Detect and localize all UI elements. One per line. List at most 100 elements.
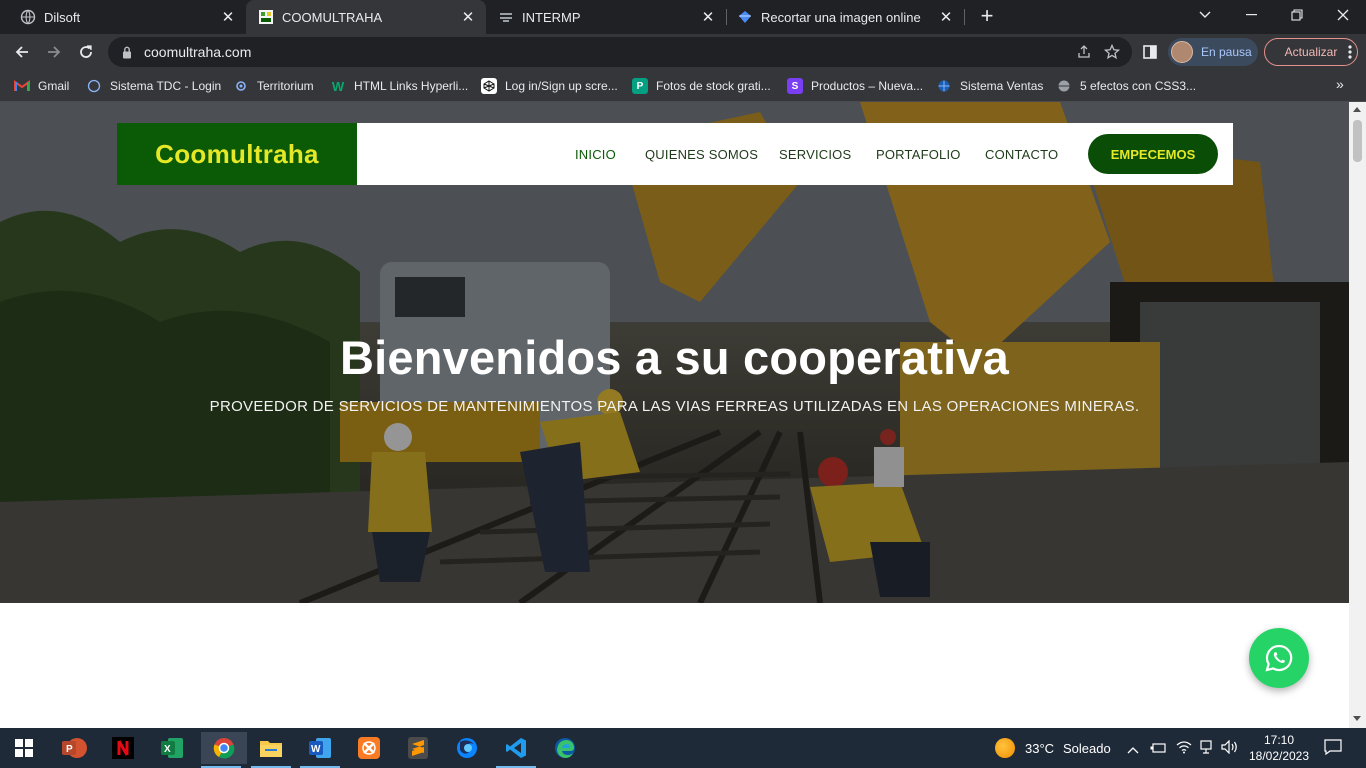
word-icon[interactable]: W: [300, 732, 340, 768]
tab-title: Dilsoft: [44, 9, 81, 25]
chrome-icon[interactable]: [201, 732, 247, 768]
restore-button[interactable]: [1274, 0, 1320, 30]
empecemos-button[interactable]: EMPECEMOS: [1088, 134, 1218, 174]
site-navbar: Coomultraha INICIO QUIENES SOMOS SERVICI…: [117, 123, 1233, 185]
tab-search-button[interactable]: [1182, 0, 1228, 30]
wifi-icon[interactable]: [1176, 740, 1192, 759]
nav-contacto[interactable]: CONTACTO: [985, 123, 1058, 185]
globe-icon: [20, 9, 36, 25]
network-icon[interactable]: [1199, 740, 1213, 759]
firefox-dev-icon[interactable]: [447, 732, 487, 764]
bookmark-fotos-stock[interactable]: P Fotos de stock grati...: [632, 76, 771, 96]
territorium-icon: [233, 78, 249, 94]
site-logo[interactable]: Coomultraha: [117, 123, 357, 185]
url-text: coomultraha.com: [144, 44, 252, 60]
powerpoint-icon[interactable]: P: [54, 732, 94, 764]
file-explorer-icon[interactable]: [251, 732, 291, 768]
bookmark-html-links[interactable]: W HTML Links Hyperli...: [330, 76, 468, 96]
tab-title: INTERMP: [522, 9, 581, 25]
notifications-icon[interactable]: [1324, 739, 1342, 760]
scroll-up-icon[interactable]: [1353, 107, 1361, 112]
close-tab-icon[interactable]: ✕: [936, 7, 956, 27]
tab-recortar[interactable]: Recortar una imagen online ✕: [727, 0, 964, 34]
bookmark-sistema-tdc[interactable]: Sistema TDC - Login: [86, 76, 221, 96]
hero-subtitle: PROVEEDOR DE SERVICIOS DE MANTENIMIENTOS…: [209, 398, 1140, 415]
pexels-icon: P: [632, 78, 648, 94]
profile-status: En pausa: [1201, 45, 1252, 59]
bookmarks-bar: Gmail Sistema TDC - Login Territorium W …: [0, 70, 1366, 102]
update-label: Actualizar: [1284, 45, 1338, 59]
lock-icon[interactable]: [120, 45, 134, 59]
tab-coomultraha[interactable]: COOMULTRAHA ✕: [246, 0, 486, 34]
nav-servicios[interactable]: SERVICIOS: [779, 123, 851, 185]
weather-temperature: 33°C: [1025, 741, 1055, 756]
globe-icon: [1056, 78, 1072, 94]
hero-title: Bienvenidos a su cooperativa: [339, 331, 1010, 384]
nav-inicio[interactable]: INICIO: [575, 123, 616, 185]
forward-button[interactable]: [40, 38, 68, 66]
tab-dilsoft[interactable]: Dilsoft ✕: [0, 0, 246, 34]
bookmark-gmail[interactable]: Gmail: [14, 76, 69, 96]
tab-intermp[interactable]: INTERMP ✕: [486, 0, 726, 34]
clock-time: 17:10: [1263, 733, 1295, 747]
weather-icon[interactable]: [995, 738, 1015, 758]
more-bookmarks-icon[interactable]: »: [1336, 76, 1344, 92]
whatsapp-icon: [1265, 644, 1293, 672]
reload-button[interactable]: [72, 38, 100, 66]
close-tab-icon[interactable]: ✕: [458, 7, 478, 27]
hero-section: Coomultraha INICIO QUIENES SOMOS SERVICI…: [0, 102, 1349, 603]
profile-button[interactable]: En pausa: [1168, 38, 1258, 66]
edge-icon[interactable]: [545, 732, 585, 764]
bookmark-login-signup[interactable]: Log in/Sign up scre...: [481, 76, 618, 96]
bookmark-label: Fotos de stock grati...: [656, 79, 771, 93]
bookmark-territorium[interactable]: Territorium: [233, 76, 314, 96]
intermp-favicon-icon: [498, 9, 514, 25]
battery-icon[interactable]: [1150, 741, 1166, 759]
tab-title: Recortar una imagen online: [761, 9, 921, 25]
show-hidden-icons-icon[interactable]: [1127, 741, 1139, 759]
cta-label: EMPECEMOS: [1110, 146, 1196, 162]
new-tab-button[interactable]: +: [975, 5, 999, 29]
back-button[interactable]: [8, 38, 36, 66]
xampp-icon[interactable]: [349, 732, 389, 764]
start-icon[interactable]: [4, 732, 44, 764]
excel-icon[interactable]: X: [152, 732, 192, 764]
sublime-text-icon[interactable]: [398, 732, 438, 764]
bookmark-efectos-css3[interactable]: 5 efectos con CSS3...: [1056, 76, 1196, 96]
address-bar[interactable]: coomultraha.com: [108, 37, 1132, 67]
bookmark-productos[interactable]: S Productos – Nueva...: [787, 76, 923, 96]
bookmark-label: 5 efectos con CSS3...: [1080, 79, 1197, 93]
system-clock[interactable]: 17:10 18/02/2023: [1244, 732, 1314, 764]
bookmark-star-icon[interactable]: [1098, 38, 1126, 66]
close-window-button[interactable]: [1320, 0, 1366, 30]
bookmark-label: Sistema Ventas: [960, 79, 1044, 93]
bookmark-sistema-ventas[interactable]: Sistema Ventas: [936, 76, 1043, 96]
scroll-down-icon[interactable]: [1353, 716, 1361, 721]
nav-quienes-somos[interactable]: QUIENES SOMOS: [645, 123, 758, 185]
menu-kebab-icon[interactable]: [1338, 38, 1362, 66]
close-tab-icon[interactable]: ✕: [698, 7, 718, 27]
coomultraha-favicon-icon: [258, 9, 274, 25]
share-icon[interactable]: [1070, 38, 1098, 66]
whatsapp-button[interactable]: [1249, 628, 1309, 688]
bookmark-label: Territorium: [257, 79, 314, 93]
browser-toolbar: coomultraha.com En pausa Actualizar: [0, 34, 1366, 70]
avatar: [1171, 41, 1193, 63]
tab-strip: Dilsoft ✕ COOMULTRAHA ✕ INTERMP ✕ Recort…: [0, 0, 1366, 34]
scrollbar-thumb[interactable]: [1353, 120, 1362, 162]
vscode-icon[interactable]: [496, 732, 536, 768]
page-scrollbar[interactable]: [1349, 102, 1366, 728]
page-viewport: Coomultraha INICIO QUIENES SOMOS SERVICI…: [0, 102, 1349, 728]
clock-date: 18/02/2023: [1248, 749, 1310, 763]
bookmark-label: Gmail: [38, 79, 70, 93]
netflix-icon[interactable]: [103, 732, 143, 764]
bookmark-label: Sistema TDC - Login: [110, 79, 222, 93]
minimize-button[interactable]: [1228, 0, 1274, 30]
diamond-icon: [737, 9, 753, 25]
tab-separator: [964, 9, 965, 25]
bookmark-label: Productos – Nueva...: [811, 79, 924, 93]
nav-portafolio[interactable]: PORTAFOLIO: [876, 123, 961, 185]
side-panel-icon[interactable]: [1136, 38, 1164, 66]
close-tab-icon[interactable]: ✕: [218, 7, 238, 27]
volume-icon[interactable]: [1221, 739, 1239, 759]
